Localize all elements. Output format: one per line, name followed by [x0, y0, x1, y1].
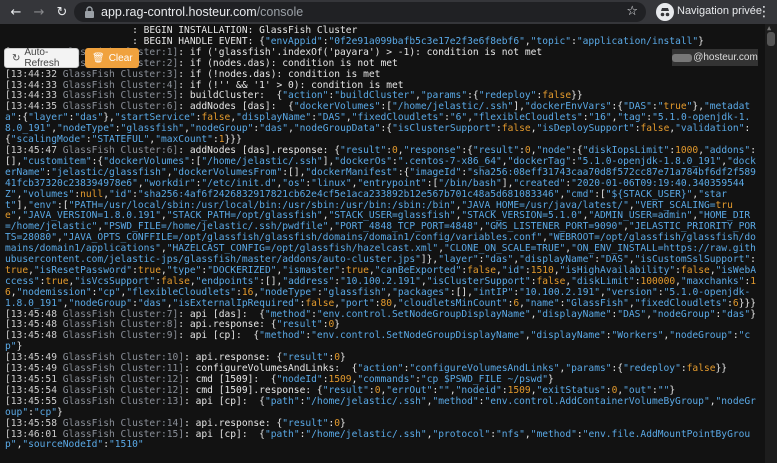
- auto-refresh-button[interactable]: ↻ Auto-Refresh: [4, 47, 79, 69]
- line-message: : cmd [1509].response: {"result":0,"errO…: [184, 384, 676, 396]
- line-timestamp: [13:45:47: [5, 144, 57, 156]
- line-source: GlassFish Cluster:7]: [56, 308, 179, 320]
- line-message: : api.response: {"result":0}: [184, 352, 346, 364]
- line-timestamp: [13:46:01: [5, 428, 57, 440]
- line-message: : BEGIN INSTALLATION: GlassFish Cluster: [5, 25, 358, 36]
- line-source: GlassFish Cluster:14]: [56, 417, 185, 429]
- line-source: GlassFish Cluster:8]: [56, 319, 179, 331]
- incognito-label: Navigation privée: [677, 5, 762, 17]
- line-timestamp: [13:45:49: [5, 363, 57, 375]
- line-source: GlassFish Cluster:15]: [56, 428, 185, 440]
- line-source: GlassFish Cluster:9]: [56, 330, 179, 342]
- line-source: GlassFish Cluster:4]: [56, 79, 179, 91]
- browser-menu-icon[interactable]: ⋮: [757, 3, 771, 21]
- user-email-suffix: @hosteur.com: [693, 52, 758, 63]
- line-message: : BEGIN HANDLE EVENT: {"envAppid":"0f2e9…: [5, 35, 704, 47]
- console-log: : BEGIN INSTALLATION: GlassFish Cluster …: [5, 25, 757, 452]
- line-message: : configureVolumesAndLinks: {"action":"c…: [184, 363, 728, 375]
- line-source: GlassFish Cluster:12]: [56, 374, 185, 385]
- line-message: : buildCluster: {"action":"buildCluster"…: [178, 90, 583, 102]
- clear-button[interactable]: 🗑 Clear: [85, 48, 139, 68]
- reload-icon[interactable]: ↻: [52, 2, 72, 22]
- browser-toolbar: ← → ↻ app.rag-control.hosteur.com/consol…: [0, 0, 777, 24]
- line-source: GlassFish Cluster:11]: [56, 363, 185, 375]
- incognito-icon[interactable]: [656, 3, 674, 21]
- back-icon[interactable]: ←: [6, 2, 26, 22]
- clear-label: Clear: [108, 52, 133, 64]
- line-timestamp: [13:45:51: [5, 374, 57, 385]
- line-message: : api.response: {"result":0}: [184, 417, 346, 429]
- line-timestamp: [13:45:54: [5, 384, 57, 396]
- refresh-icon: ↻: [12, 52, 21, 64]
- line-timestamp: [13:45:48: [5, 319, 57, 331]
- console-output: : BEGIN INSTALLATION: GlassFish Cluster …: [0, 24, 777, 463]
- bookmark-star-icon[interactable]: ☆: [626, 4, 638, 19]
- url-path: /console: [256, 5, 304, 19]
- console-line: [13:45:55 GlassFish Cluster:13]: api [cp…: [5, 395, 757, 419]
- user-badge[interactable]: @hosteur.com: [672, 49, 758, 66]
- line-timestamp: [13:44:33: [5, 90, 57, 102]
- line-source: GlassFish Cluster:12]: [56, 384, 185, 396]
- forward-icon[interactable]: →: [29, 2, 49, 22]
- console-line: [13:45:48 GlassFish Cluster:9]: api [cp]…: [5, 330, 757, 353]
- scroll-up-icon[interactable]: ▲: [767, 24, 771, 32]
- line-message: : addNodes [das].response: {"result":0,"…: [5, 144, 757, 309]
- line-source: GlassFish Cluster:3]: [56, 68, 179, 80]
- line-timestamp: [13:44:35: [5, 101, 57, 113]
- line-message: : cmd [1509]: {"nodeId":1509,"commands":…: [184, 374, 554, 385]
- line-timestamp: [13:45:48: [5, 330, 57, 342]
- line-timestamp: [13:45:49: [5, 352, 57, 364]
- console-line: [13:44:35 GlassFish Cluster:6]: addNodes…: [5, 101, 757, 146]
- console-toolbar: ↻ Auto-Refresh 🗑 Clear: [4, 47, 139, 69]
- console-line: [13:46:01 GlassFish Cluster:15]: api [cp…: [5, 428, 757, 452]
- line-timestamp: [13:44:33: [5, 79, 57, 91]
- address-bar[interactable]: app.rag-control.hosteur.com/console ☆: [74, 2, 646, 22]
- scroll-thumb[interactable]: [767, 32, 775, 46]
- line-message: : if ('glassfish'.indexOf('payara') > -1…: [178, 46, 543, 58]
- line-source: GlassFish Cluster:6]: [56, 144, 179, 156]
- auto-refresh-label: Auto-Refresh: [24, 47, 60, 69]
- line-message: : if (!'' && '1' > 0): condition is met: [178, 79, 404, 91]
- line-timestamp: [13:45:48: [5, 308, 57, 320]
- redacted-email-name: [672, 53, 693, 62]
- url-host: app.rag-control.hosteur.com: [101, 5, 257, 19]
- line-source: GlassFish Cluster:5]: [56, 90, 179, 102]
- line-message: : if (nodes.das): condition is not met: [178, 57, 398, 69]
- console-line: [13:45:47 GlassFish Cluster:6]: addNodes…: [5, 144, 757, 310]
- line-source: GlassFish Cluster:13]: [56, 395, 185, 407]
- trash-icon: 🗑: [92, 52, 105, 64]
- line-source: GlassFish Cluster:10]: [56, 352, 185, 364]
- line-message: : if (!nodes.das): condition is met: [178, 68, 381, 80]
- line-timestamp: [13:44:32: [5, 68, 57, 80]
- line-message: : api [das]: {"method":"env.control.SetN…: [178, 308, 756, 320]
- lock-icon: [85, 6, 94, 18]
- line-timestamp: [13:45:58: [5, 417, 57, 429]
- line-timestamp: [13:45:55: [5, 395, 57, 407]
- scrollbar[interactable]: ▲: [765, 24, 777, 463]
- url-text: app.rag-control.hosteur.com/console: [101, 5, 303, 19]
- line-message: : api.response: {"result":0}: [178, 319, 341, 331]
- line-source: GlassFish Cluster:6]: [56, 101, 179, 113]
